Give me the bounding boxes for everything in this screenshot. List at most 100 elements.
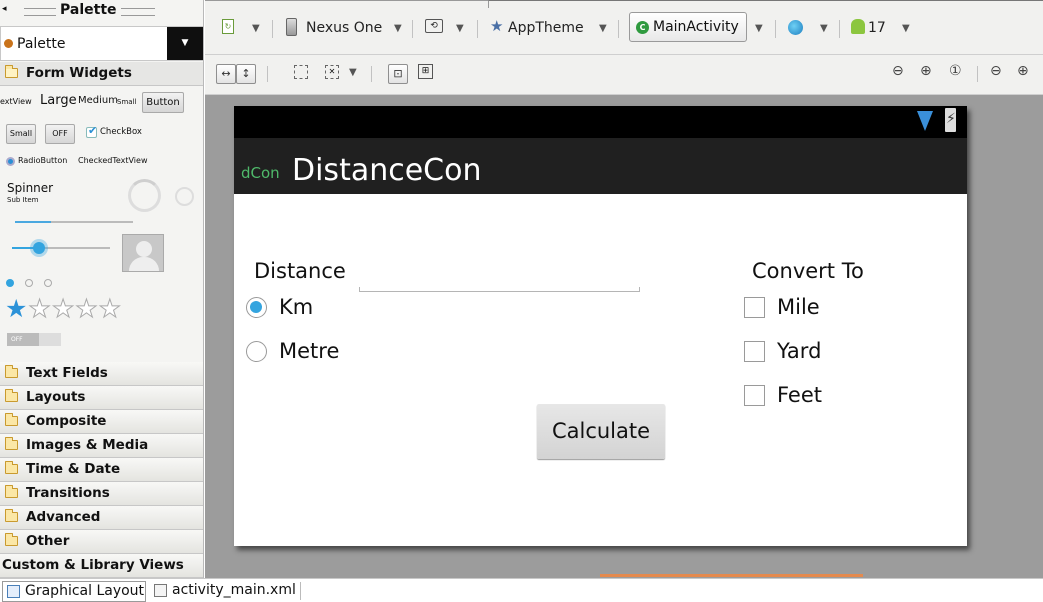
separator: [839, 20, 840, 38]
star-empty-icon[interactable]: ★★★★: [28, 294, 122, 323]
radio-label: Metre: [279, 339, 340, 363]
radio-dot-icon[interactable]: [25, 279, 33, 287]
category-label: Time & Date: [26, 461, 121, 477]
checkbox-label: Mile: [777, 295, 820, 319]
category-layouts[interactable]: Layouts: [0, 386, 203, 410]
zoom-out-icon[interactable]: ⊖: [990, 63, 1002, 79]
checkbox-icon[interactable]: [744, 385, 765, 406]
chevron-down-icon[interactable]: ▼: [599, 23, 607, 34]
chevron-down-icon[interactable]: ▼: [755, 23, 763, 34]
chevron-down-icon[interactable]: ▼: [394, 23, 402, 34]
radio-dot-icon[interactable]: [44, 279, 52, 287]
zoom-100-icon[interactable]: ①: [949, 63, 962, 79]
separator: [272, 20, 273, 38]
category-transitions[interactable]: Transitions: [0, 482, 203, 506]
chevron-down-icon[interactable]: ▼: [349, 67, 357, 78]
distance-input[interactable]: [359, 287, 640, 292]
tab-activity-main-xml[interactable]: activity_main.xml: [150, 581, 300, 602]
radio-dot-selected-icon[interactable]: [6, 279, 14, 287]
widget-checkbox-label[interactable]: CheckBox: [100, 127, 142, 137]
chevron-down-icon[interactable]: ▼: [252, 23, 260, 34]
theme-selector[interactable]: AppTheme: [508, 20, 584, 36]
distribute-weights-icon[interactable]: ⊡: [388, 64, 408, 84]
widget-checkedtextview[interactable]: CheckedTextView: [78, 156, 148, 165]
orientation-icon[interactable]: ⟲: [425, 19, 443, 33]
category-label: Composite: [26, 413, 107, 429]
checkbox-icon[interactable]: [744, 297, 765, 318]
quickcontactbadge-icon[interactable]: [122, 234, 164, 272]
star-icon[interactable]: ★: [490, 17, 503, 35]
zoom-to-fit-icon[interactable]: ⊖: [892, 63, 904, 79]
category-images-media[interactable]: Images & Media: [0, 434, 203, 458]
palette-dropdown[interactable]: Palette ▼: [0, 26, 203, 61]
zoom-in-icon[interactable]: ⊕: [1017, 63, 1029, 79]
widget-textview[interactable]: extView: [0, 97, 32, 106]
margins-icon[interactable]: [294, 65, 308, 79]
zoom-real-size-icon[interactable]: ⊕: [920, 63, 932, 79]
android-icon[interactable]: [851, 19, 865, 34]
checkbox-yard[interactable]: Yard: [744, 339, 864, 365]
palette-dropdown-value: Palette: [17, 36, 66, 52]
widget-toggle-button[interactable]: OFF: [45, 124, 75, 144]
calculate-button[interactable]: Calculate: [537, 404, 665, 459]
toggle-fill-height-icon[interactable]: ↕: [236, 64, 256, 84]
progressbar-large-icon[interactable]: [128, 179, 161, 212]
activity-selector[interactable]: C MainActivity: [629, 12, 747, 42]
category-other[interactable]: Other: [0, 530, 203, 554]
gravity-icon[interactable]: ✕: [325, 65, 339, 79]
palette-title-bar: ◂ Palette: [0, 0, 203, 24]
palette-title: Palette: [60, 2, 117, 18]
category-composite[interactable]: Composite: [0, 410, 203, 434]
tab-graphical-layout[interactable]: Graphical Layout: [2, 581, 146, 602]
checkbox-feet[interactable]: Feet: [744, 383, 864, 409]
api-level-selector[interactable]: 17: [868, 20, 886, 36]
category-advanced[interactable]: Advanced: [0, 506, 203, 530]
device-selector[interactable]: Nexus One: [306, 20, 382, 36]
radio-icon[interactable]: [246, 341, 267, 362]
category-label: Advanced: [26, 509, 101, 525]
widget-large-text[interactable]: Large: [40, 93, 77, 108]
graphical-layout-icon: [7, 585, 20, 598]
category-text-fields[interactable]: Text Fields: [0, 362, 203, 386]
layout-file-icon[interactable]: ↻: [222, 19, 234, 34]
category-label: Layouts: [26, 389, 86, 405]
category-form-widgets[interactable]: Form Widgets: [0, 62, 203, 86]
tab-label: Graphical Layout: [25, 583, 145, 599]
widget-small-button[interactable]: Small: [6, 124, 36, 144]
radio-metre[interactable]: Metre: [246, 339, 366, 365]
separator: [300, 582, 301, 600]
convert-to-label: Convert To: [752, 259, 864, 283]
folder-icon: [5, 389, 18, 402]
canvas-scroll-indicator: [600, 574, 863, 577]
category-time-date[interactable]: Time & Date: [0, 458, 203, 482]
widget-button[interactable]: Button: [142, 92, 184, 113]
widget-radiobutton[interactable]: RadioButton: [18, 156, 67, 165]
clear-weights-icon[interactable]: ⊞: [418, 64, 433, 79]
globe-icon[interactable]: [788, 20, 803, 35]
widget-small-text[interactable]: Small: [117, 98, 136, 106]
seekbar-thumb-icon[interactable]: [33, 242, 45, 254]
chevron-down-icon[interactable]: ▼: [820, 23, 828, 34]
collapse-arrow-icon[interactable]: ◂: [2, 4, 7, 14]
progressbar-icon[interactable]: [175, 187, 194, 206]
switch[interactable]: OFF: [7, 333, 61, 346]
widget-medium-text[interactable]: Medium: [78, 95, 118, 106]
progressbar-horizontal[interactable]: [15, 221, 133, 223]
checkbox-mile[interactable]: Mile: [744, 295, 864, 321]
separator: [371, 66, 372, 82]
phone-icon[interactable]: [286, 18, 297, 36]
dropdown-arrow-icon[interactable]: ▼: [167, 27, 203, 60]
widget-spinner[interactable]: Spinner: [7, 181, 53, 195]
category-custom-library-views[interactable]: Custom & Library Views: [0, 554, 203, 578]
widget-checkbox-icon[interactable]: ✔: [86, 124, 97, 138]
radiobutton-icon[interactable]: [6, 157, 15, 166]
radio-km[interactable]: Km: [246, 295, 366, 321]
star-filled-icon[interactable]: ★: [5, 294, 28, 323]
ratingbar[interactable]: ★★★★★: [5, 294, 122, 323]
chevron-down-icon[interactable]: ▼: [456, 23, 464, 34]
toggle-fill-width-icon[interactable]: ↔: [216, 64, 236, 84]
chevron-down-icon[interactable]: ▼: [902, 23, 910, 34]
radio-selected-icon[interactable]: [246, 297, 267, 318]
checkbox-icon[interactable]: [744, 341, 765, 362]
separator: [775, 20, 776, 38]
